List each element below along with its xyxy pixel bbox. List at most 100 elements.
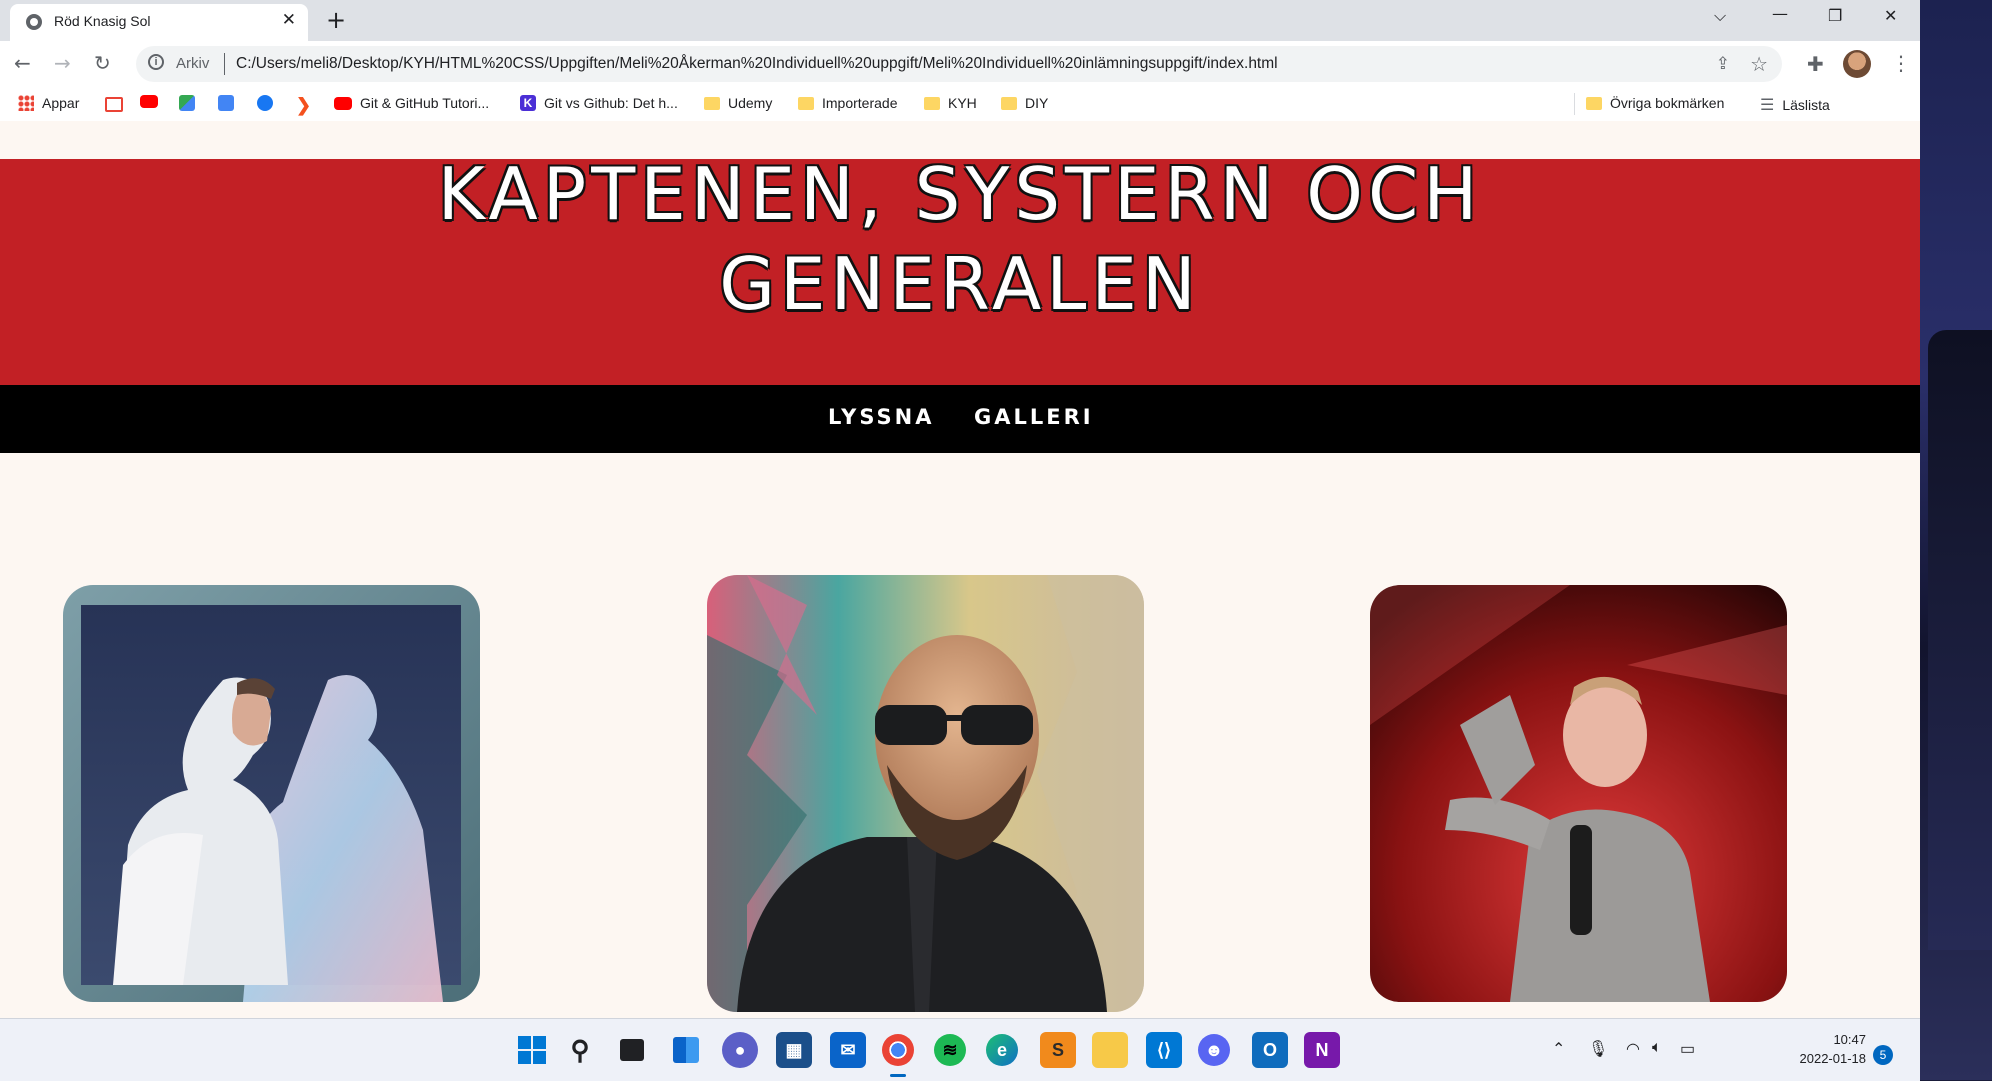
start-button[interactable]	[514, 1032, 550, 1068]
mail-icon[interactable]: ✉	[830, 1032, 866, 1068]
profile-avatar[interactable]	[1843, 50, 1871, 78]
bookmark-label: Appar	[42, 95, 80, 111]
gallery-image-performer	[1370, 585, 1787, 1002]
globe-icon	[26, 14, 42, 30]
bookmark-git-tutorial[interactable]: Git & GitHub Tutori...	[334, 95, 489, 111]
browser-tab[interactable]: Röd Knasig Sol ✕	[10, 4, 308, 41]
title-line-2: GENERALEN	[719, 242, 1201, 326]
bookmark-maps[interactable]	[179, 95, 195, 111]
bookmark-facebook[interactable]	[257, 95, 273, 111]
tab-title: Röd Knasig Sol	[54, 13, 151, 29]
sublime-icon[interactable]: S	[1040, 1032, 1076, 1068]
folder-icon	[1001, 96, 1017, 110]
gmail-icon	[105, 97, 123, 112]
new-tab-button[interactable]: +	[326, 6, 346, 34]
facebook-icon	[257, 95, 273, 111]
menu-icon[interactable]: ⋮	[1891, 51, 1911, 75]
wifi-icon[interactable]: ◠	[1626, 1039, 1640, 1059]
close-tab-icon[interactable]: ✕	[282, 10, 296, 30]
arrow-icon: ❯	[296, 95, 312, 115]
info-icon[interactable]: i	[148, 54, 164, 70]
extensions-icon[interactable]: ✚	[1807, 52, 1824, 76]
url-text[interactable]: C:/Users/meli8/Desktop/KYH/HTML%20CSS/Up…	[236, 55, 1278, 73]
taskbar: ⚲ ● ▦ ✉ ≋ e S ⟨⟩ ☻ O N ⌃ 🎙︎ ◠ 🔈︎ ▭ 10:47…	[0, 1018, 1920, 1081]
edge-icon[interactable]: e	[986, 1034, 1018, 1066]
bookmark-udemy[interactable]: Udemy	[704, 95, 772, 111]
bookmark-diy[interactable]: DIY	[1001, 95, 1048, 111]
notification-badge[interactable]: 5	[1873, 1045, 1893, 1065]
close-window-button[interactable]: ✕	[1884, 6, 1897, 25]
folder-icon	[1586, 96, 1602, 110]
browser-window: Röd Knasig Sol ✕ + ⌵ — ❐ ✕ ← → ↻ i Arkiv…	[0, 0, 1920, 1018]
youtube-icon	[140, 95, 158, 108]
clock-date: 2022-01-18	[1799, 1051, 1867, 1066]
bookmark-importerade[interactable]: Importerade	[798, 95, 897, 111]
main-nav: LYSSNA GALLERI	[0, 385, 1920, 453]
reading-list[interactable]: ☰ Läslista	[1760, 95, 1830, 115]
header-banner: KAPTENEN, SYSTERN OCH GENERALEN	[0, 152, 1920, 385]
bookmark-gmail[interactable]	[105, 95, 123, 112]
clock-time: 10:47	[1833, 1032, 1866, 1047]
address-bar[interactable]: i Arkiv C:/Users/meli8/Desktop/KYH/HTML%…	[136, 46, 1782, 82]
bookmark-git-vs-github[interactable]: K Git vs Github: Det h...	[520, 95, 678, 111]
bookmark-label: Övriga bokmärken	[1610, 95, 1725, 111]
bookmark-label: KYH	[948, 95, 977, 111]
k-icon: K	[520, 95, 536, 111]
restore-button[interactable]: ❐	[1828, 6, 1842, 25]
widgets-icon[interactable]	[668, 1032, 704, 1068]
bookmark-arrow[interactable]: ❯	[296, 95, 311, 116]
gallery-image-man-sunglasses	[707, 575, 1144, 1012]
active-app-indicator	[890, 1074, 906, 1077]
bookmark-label: Git vs Github: Det h...	[544, 95, 678, 111]
volume-icon[interactable]: 🔈︎	[1652, 1039, 1662, 1057]
page-title: KAPTENEN, SYSTERN OCH GENERALEN	[0, 149, 1920, 329]
file-explorer-icon[interactable]	[1092, 1032, 1128, 1068]
bookmarks-separator	[1574, 93, 1575, 115]
address-prefix: Arkiv	[176, 55, 210, 72]
nav-lyssna[interactable]: LYSSNA	[828, 405, 934, 429]
tab-strip: Röd Knasig Sol ✕ + ⌵ — ❐ ✕	[0, 0, 1920, 41]
bookmark-apps[interactable]: Appar	[18, 95, 79, 111]
microphone-icon[interactable]: 🎙︎	[1588, 1039, 1608, 1059]
toolbar: ← → ↻ i Arkiv C:/Users/meli8/Desktop/KYH…	[0, 41, 1920, 87]
bookmark-label: DIY	[1025, 95, 1049, 111]
bookmark-star-icon[interactable]: ☆	[1750, 52, 1768, 76]
youtube-icon	[334, 96, 352, 110]
chevron-down-icon[interactable]: ⌵	[1714, 6, 1726, 26]
web-page: KAPTENEN, SYSTERN OCH GENERALEN LYSSNA G…	[0, 121, 1920, 1018]
vscode-icon[interactable]: ⟨⟩	[1146, 1032, 1182, 1068]
minimize-button[interactable]: —	[1772, 4, 1788, 23]
discord-icon[interactable]: ☻	[1198, 1034, 1230, 1066]
onenote-icon[interactable]: N	[1304, 1032, 1340, 1068]
gallery-image-couple	[63, 585, 480, 1002]
forward-button[interactable]: →	[54, 51, 71, 75]
maps-icon	[179, 95, 195, 111]
chrome-icon[interactable]	[882, 1034, 914, 1066]
title-line-1: KAPTENEN, SYSTERN OCH	[437, 152, 1483, 236]
reading-list-icon: ☰	[1760, 97, 1775, 114]
bookmark-translate[interactable]	[218, 95, 234, 111]
teams-chat-icon[interactable]: ●	[722, 1032, 758, 1068]
clock[interactable]: 10:47 2022-01-18	[1786, 1030, 1867, 1068]
translate-icon	[218, 95, 234, 111]
search-icon[interactable]: ⚲	[562, 1032, 598, 1068]
back-button[interactable]: ←	[14, 51, 31, 75]
bookmark-kyh[interactable]: KYH	[924, 95, 977, 111]
bookmark-other[interactable]: Övriga bokmärken	[1586, 95, 1724, 111]
address-separator	[224, 53, 225, 75]
bookmark-label: Importerade	[822, 95, 898, 111]
battery-icon[interactable]: ▭	[1680, 1039, 1695, 1059]
spotify-icon[interactable]: ≋	[934, 1034, 966, 1066]
outlook-icon[interactable]: O	[1252, 1032, 1288, 1068]
share-icon[interactable]: ⇪	[1716, 54, 1730, 74]
nav-galleri[interactable]: GALLERI	[974, 405, 1094, 429]
reload-button[interactable]: ↻	[94, 51, 111, 75]
bookmarks-bar: Appar ❯ Git & GitHub Tutori... K Git vs …	[0, 87, 1920, 122]
desktop-background	[1920, 0, 1992, 1080]
store-icon[interactable]: ▦	[776, 1032, 812, 1068]
task-view-icon[interactable]	[614, 1032, 650, 1068]
tray-chevron-up-icon[interactable]: ⌃	[1552, 1039, 1565, 1059]
bookmark-youtube[interactable]	[140, 95, 158, 108]
apps-grid-icon	[18, 95, 34, 111]
bookmark-label: Udemy	[728, 95, 773, 111]
